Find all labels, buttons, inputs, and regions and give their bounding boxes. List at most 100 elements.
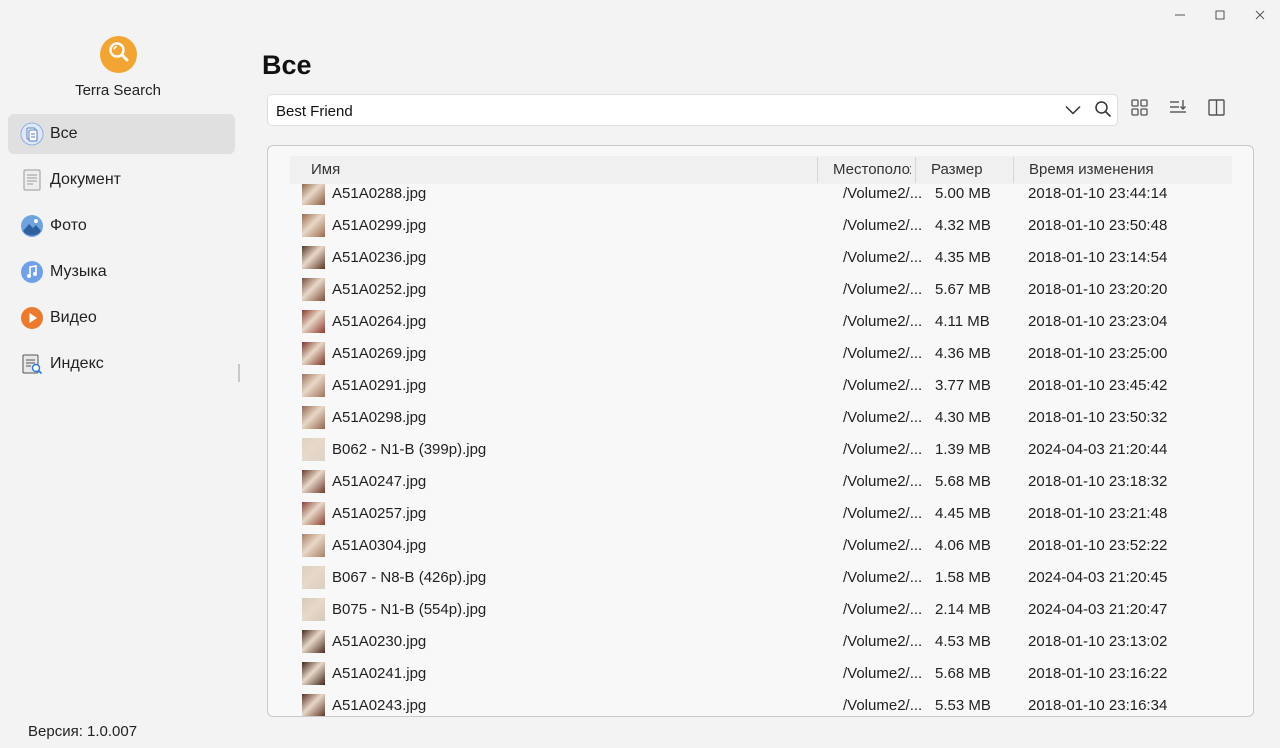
file-location: /Volume2/...	[843, 441, 923, 458]
maximize-button[interactable]	[1200, 2, 1240, 28]
minimize-button[interactable]	[1160, 2, 1200, 28]
photo-icon	[20, 214, 44, 238]
table-row[interactable]: A51A0288.jpg/Volume2/... 5.00 MB 2018-01-1…	[268, 184, 1253, 210]
search-input[interactable]	[276, 100, 1046, 122]
file-name: A51A0304.jpg	[332, 537, 427, 554]
column-header-name[interactable]: Имя	[311, 156, 811, 184]
table-row[interactable]: A51A0299.jpg/Volume2/... 4.32 MB 2018-01-1…	[268, 210, 1253, 242]
sidebar-item-label: Все	[50, 125, 78, 142]
sidebar-item-label: Индекс	[50, 355, 104, 372]
column-divider[interactable]	[915, 157, 916, 183]
file-modified: 2018-01-10 23:44:14	[1028, 185, 1168, 202]
sort-icon	[1169, 99, 1187, 121]
sidebar-item-index[interactable]: Индекс	[8, 344, 235, 384]
file-size: 2.14 MB	[935, 601, 991, 618]
file-modified: 2024-04-03 21:20:47	[1028, 601, 1168, 618]
file-name: B075 - N1-B (554p).jpg	[332, 601, 487, 618]
image-thumbnail	[302, 566, 325, 589]
preview-pane-button[interactable]	[1204, 99, 1228, 121]
file-modified: 2018-01-10 23:20:20	[1028, 281, 1168, 298]
table-row[interactable]: A51A0236.jpg/Volume2/... 4.35 MB 2018-01-1…	[268, 242, 1253, 274]
file-name: A51A0299.jpg	[332, 217, 427, 234]
file-location: /Volume2/...	[843, 569, 923, 586]
file-size: 4.53 MB	[935, 633, 991, 650]
file-size: 5.67 MB	[935, 281, 991, 298]
file-modified: 2018-01-10 23:18:32	[1028, 473, 1168, 490]
index-icon	[20, 352, 44, 376]
image-thumbnail	[302, 598, 325, 621]
image-thumbnail	[302, 694, 325, 716]
file-size: 4.45 MB	[935, 505, 991, 522]
table-row[interactable]: A51A0243.jpg/Volume2/... 5.53 MB 2018-01-1…	[268, 690, 1253, 716]
image-thumbnail	[302, 184, 325, 205]
file-size: 4.36 MB	[935, 345, 991, 362]
file-name: A51A0252.jpg	[332, 281, 427, 298]
image-thumbnail	[302, 470, 325, 493]
page-title: Все	[262, 50, 312, 80]
image-thumbnail	[302, 278, 325, 301]
table-row[interactable]: A51A0241.jpg/Volume2/... 5.68 MB 2018-01-1…	[268, 658, 1253, 690]
sidebar-item-all[interactable]: Все	[8, 114, 235, 154]
file-location: /Volume2/...	[843, 249, 923, 266]
file-size: 1.58 MB	[935, 569, 991, 586]
close-button[interactable]	[1240, 2, 1280, 28]
file-name: A51A0230.jpg	[332, 633, 427, 650]
search-box	[267, 94, 1118, 126]
file-modified: 2018-01-10 23:52:22	[1028, 537, 1168, 554]
grid-view-button[interactable]	[1127, 99, 1151, 121]
sidebar-item-photo[interactable]: Фото	[8, 206, 235, 246]
table-row[interactable]: A51A0264.jpg/Volume2/... 4.11 MB 2018-01-1…	[268, 306, 1253, 338]
column-header-size[interactable]: Размер	[931, 156, 1013, 184]
file-modified: 2018-01-10 23:23:04	[1028, 313, 1168, 330]
table-row[interactable]: A51A0298.jpg/Volume2/... 4.30 MB 2018-01-1…	[268, 402, 1253, 434]
table-row[interactable]: A51A0230.jpg/Volume2/... 4.53 MB 2018-01-1…	[268, 626, 1253, 658]
file-name: A51A0269.jpg	[332, 345, 427, 362]
file-name: B067 - N8-B (426p).jpg	[332, 569, 487, 586]
sidebar-item-document[interactable]: Документ	[8, 160, 235, 200]
file-size: 4.32 MB	[935, 217, 991, 234]
file-modified: 2018-01-10 23:14:54	[1028, 249, 1168, 266]
window-controls	[1160, 0, 1280, 28]
column-divider[interactable]	[1013, 157, 1014, 183]
file-name: A51A0264.jpg	[332, 313, 427, 330]
file-location: /Volume2/...	[843, 409, 923, 426]
file-modified: 2018-01-10 23:13:02	[1028, 633, 1168, 650]
file-name: A51A0291.jpg	[332, 377, 427, 394]
image-thumbnail	[302, 214, 325, 237]
sort-button[interactable]	[1166, 99, 1190, 121]
table-row[interactable]: A51A0269.jpg/Volume2/... 4.36 MB 2018-01-1…	[268, 338, 1253, 370]
file-name: A51A0288.jpg	[332, 185, 427, 202]
search-history-dropdown[interactable]	[1062, 101, 1084, 121]
table-row[interactable]: B067 - N8-B (426p).jpg/Volume2/... 1.58 M…	[268, 562, 1253, 594]
column-divider[interactable]	[817, 157, 818, 183]
sidebar-item-label: Фото	[50, 217, 87, 234]
table-row[interactable]: A51A0291.jpg/Volume2/... 3.77 MB 2018-01-1…	[268, 370, 1253, 402]
app-name: Terra Search	[75, 82, 161, 99]
table-row[interactable]: A51A0252.jpg/Volume2/... 5.67 MB 2018-01-1…	[268, 274, 1253, 306]
image-thumbnail	[302, 374, 325, 397]
table-row[interactable]: A51A0304.jpg/Volume2/... 4.06 MB 2018-01-1…	[268, 530, 1253, 562]
image-thumbnail	[302, 342, 325, 365]
image-thumbnail	[302, 438, 325, 461]
column-header-location[interactable]: Местоположение	[833, 156, 911, 184]
file-location: /Volume2/...	[843, 345, 923, 362]
search-button[interactable]	[1092, 100, 1114, 122]
column-header-modified[interactable]: Время изменения	[1029, 156, 1229, 184]
file-name: A51A0298.jpg	[332, 409, 427, 426]
sidebar-nav: Все Документ Фото Музыка Видео Индекс	[8, 114, 235, 390]
sidebar-item-music[interactable]: Музыка	[8, 252, 235, 292]
file-modified: 2018-01-10 23:16:22	[1028, 665, 1168, 682]
file-size: 3.77 MB	[935, 377, 991, 394]
table-row[interactable]: B062 - N1-B (399p).jpg/Volume2/... 1.39 M…	[268, 434, 1253, 466]
table-row[interactable]: A51A0257.jpg/Volume2/... 4.45 MB 2018-01-1…	[268, 498, 1253, 530]
preview-pane-icon	[1207, 99, 1225, 121]
sidebar-item-video[interactable]: Видео	[8, 298, 235, 338]
video-icon	[20, 306, 44, 330]
table-row[interactable]: B075 - N1-B (554p).jpg/Volume2/... 2.14 M…	[268, 594, 1253, 626]
file-name: A51A0236.jpg	[332, 249, 427, 266]
table-row[interactable]: A51A0247.jpg/Volume2/... 5.68 MB 2018-01-1…	[268, 466, 1253, 498]
sidebar-item-label: Видео	[50, 309, 97, 326]
sidebar: Terra Search Все Документ Фото Музыка Ви…	[0, 0, 242, 748]
sidebar-resize-handle[interactable]	[238, 364, 240, 382]
file-location: /Volume2/...	[843, 697, 923, 714]
